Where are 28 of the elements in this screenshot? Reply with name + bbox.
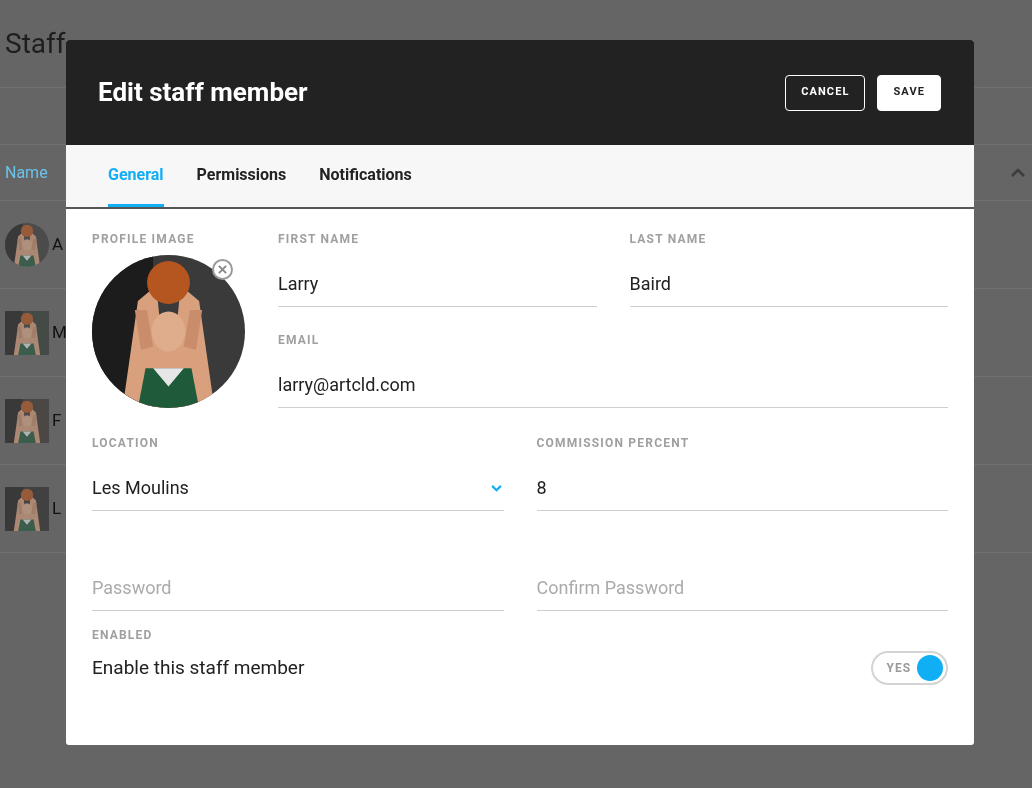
input-field[interactable]: larry@artcld.com — [278, 362, 948, 408]
tab[interactable]: Notifications — [319, 145, 412, 207]
field-label: EMAIL — [278, 332, 321, 348]
dialog-title: Edit staff member — [98, 76, 308, 109]
field-label: PROFILE IMAGE — [92, 231, 196, 247]
remove-image-button[interactable] — [212, 259, 233, 280]
field-label: FIRST NAME — [278, 231, 361, 247]
staff-name: L — [52, 496, 62, 520]
staff-name: A — [52, 232, 64, 256]
chevron-down-icon — [490, 484, 502, 492]
input-field[interactable]: 8 — [536, 465, 948, 511]
enable-text: Enable this staff member — [92, 654, 305, 681]
input-field[interactable]: Confirm Password — [536, 565, 948, 611]
cancel-button[interactable]: CANCEL — [785, 74, 866, 111]
field-label: COMMISSION PERCENT — [536, 435, 691, 451]
input-field[interactable]: Baird — [629, 261, 948, 307]
staff-name: F — [52, 408, 62, 432]
field-label: ENABLED — [92, 627, 154, 643]
input-field[interactable]: Les Moulins — [92, 465, 504, 511]
tab[interactable]: Permissions — [196, 145, 287, 207]
save-button[interactable]: SAVE — [877, 74, 941, 111]
page-title: Staff — [5, 25, 66, 62]
input-field[interactable]: Larry — [278, 261, 597, 307]
close-icon — [218, 265, 227, 274]
staff-name: M — [52, 320, 67, 344]
field-label: LAST NAME — [629, 231, 708, 247]
input-field[interactable]: Password — [92, 565, 504, 611]
field-label: LOCATION — [92, 435, 160, 451]
